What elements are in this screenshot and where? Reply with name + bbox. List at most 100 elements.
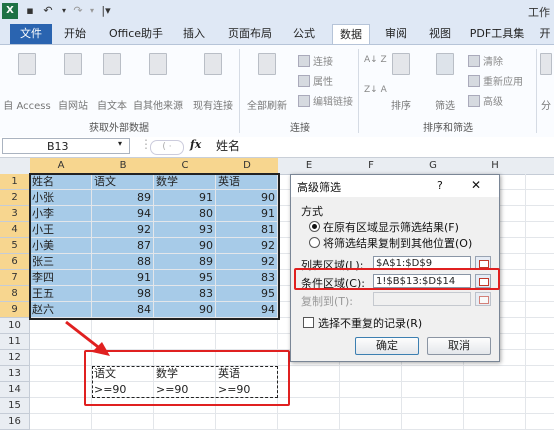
connections-label: 连接 [313,57,333,68]
column-gridline [525,174,526,430]
from-web-label: 自网站 [58,101,88,112]
sort-ascending-button[interactable]: A↓ Z [364,55,387,65]
from-other-sources-button[interactable]: 自其他来源 [130,53,186,112]
filter-funnel-icon [436,53,454,75]
help-icon[interactable]: ? [437,179,443,192]
filter-label: 筛选 [435,101,455,112]
row-header-15[interactable]: 15 [0,398,30,414]
clear-button[interactable]: 清除 [468,53,503,68]
row-header-3[interactable]: 3 [0,206,30,222]
tab-review[interactable]: 审阅 [380,24,412,44]
option-filter-in-place[interactable]: 在原有区域显示筛选结果(F) [309,219,459,235]
text-file-icon [103,53,121,75]
save-icon[interactable]: ▪ [22,3,38,19]
insert-function-icon[interactable]: fx [190,138,201,151]
undo-icon[interactable]: ↶ [40,3,56,19]
filter-button[interactable]: 筛选 [430,53,460,112]
row-header-1[interactable]: 1 [0,174,30,190]
row-header-5[interactable]: 5 [0,238,30,254]
properties-label: 属性 [313,77,333,88]
ok-button[interactable]: 确定 [355,337,419,355]
name-box-dropdown-icon[interactable]: ▾ [118,139,122,148]
existing-connections-button[interactable]: 现有连接 [190,53,236,112]
row-header-11[interactable]: 11 [0,334,30,350]
row-header-12[interactable]: 12 [0,350,30,366]
sort-label: 排序 [391,101,411,112]
properties-button[interactable]: 属性 [298,73,333,88]
close-icon[interactable]: ✕ [471,178,481,192]
connections-button[interactable]: 连接 [298,53,333,68]
tab-view[interactable]: 视图 [424,24,456,44]
criteria-field-highlight-box [294,268,500,290]
copy-to-picker-icon[interactable] [475,292,491,306]
copy-to-input[interactable] [373,292,471,306]
radio-selected-icon [309,221,320,232]
from-web-button[interactable]: 自网站 [54,53,92,112]
unique-records-checkbox[interactable]: 选择不重复的记录(R) [303,315,422,331]
properties-icon [298,75,310,87]
tab-data[interactable]: 数据 [332,24,370,45]
from-text-label: 自文本 [97,101,127,112]
tab-developer[interactable]: 开 [536,24,554,44]
from-access-button[interactable]: 自 Access [2,53,52,112]
group-label-sort-filter: 排序和筛选 [423,123,473,134]
tab-insert[interactable]: 插入 [178,24,210,44]
cancel-button[interactable]: 取消 [427,337,491,355]
copy-to-label: 复制到(T): [301,295,354,308]
reapply-label: 重新应用 [483,77,523,88]
customize-toolbar-icon[interactable]: |▾ [98,3,114,19]
pointer-arrow-icon [65,320,110,356]
column-header-partial[interactable] [526,158,554,175]
from-text-button[interactable]: 自文本 [94,53,130,112]
row-header-8[interactable]: 8 [0,286,30,302]
ribbon: 自 Access 自网站 自文本 自其他来源 现有连接 获取外部数据 全部刷新 … [0,44,554,138]
formula-input[interactable]: 姓名 [216,137,240,157]
split-button[interactable]: 分 [538,53,554,112]
option-copy-to-location[interactable]: 将筛选结果复制到其他位置(O) [309,235,472,251]
tab-pdf-tools[interactable]: PDF工具集 [466,24,528,44]
edit-links-button[interactable]: 编辑链接 [298,93,353,108]
option-filter-in-place-label: 在原有区域显示筛选结果(F) [323,221,459,234]
advanced-button[interactable]: 高级 [468,93,503,108]
sort-button[interactable]: 排序 [386,53,416,112]
sort-descending-button[interactable]: Z↓ A [364,85,387,95]
tab-home[interactable]: 开始 [58,24,92,44]
column-header-g[interactable]: G [402,158,465,175]
dialog-title: 高级筛选 [297,181,341,194]
row-header-13[interactable]: 13 [0,366,30,382]
split-label: 分 [541,101,551,112]
dialog-title-bar: 高级筛选 ? ✕ [291,175,499,197]
row-header-10[interactable]: 10 [0,318,30,334]
reapply-icon [468,75,480,87]
name-box[interactable]: B13 [2,138,130,154]
radio-icon [309,237,320,248]
column-header-h[interactable]: H [464,158,527,175]
connections-icon [298,55,310,67]
tab-office-helper[interactable]: Office助手 [104,24,168,44]
tab-page-layout[interactable]: 页面布局 [222,24,278,44]
row-header-4[interactable]: 4 [0,222,30,238]
formula-bar: B13 ▾ ⋮ ( · fx 姓名 [0,137,554,158]
select-all-corner[interactable] [0,158,31,175]
row-header-9[interactable]: 9 [0,302,30,318]
formula-cancel-enter-icon[interactable]: ( · [150,140,184,155]
row-header-7[interactable]: 7 [0,270,30,286]
tab-formulas[interactable]: 公式 [288,24,320,44]
unique-records-label: 选择不重复的记录(R) [318,317,423,330]
from-other-sources-label: 自其他来源 [133,101,183,112]
database-icon [18,53,36,75]
column-header-f[interactable]: F [340,158,403,175]
reapply-button[interactable]: 重新应用 [468,73,523,88]
row-header-16[interactable]: 16 [0,414,30,430]
text-to-columns-icon [540,53,552,75]
refresh-all-button[interactable]: 全部刷新 [244,53,290,112]
row-header-2[interactable]: 2 [0,190,30,206]
existing-connections-icon [204,53,222,75]
group-label-connections: 连接 [290,123,310,134]
row-header-14[interactable]: 14 [0,382,30,398]
edit-links-icon [298,95,310,107]
column-header-e[interactable]: E [278,158,341,175]
tab-file[interactable]: 文件 [10,24,52,44]
ribbon-tabs: 文件 开始 Office助手 插入 页面布局 公式 数据 审阅 视图 PDF工具… [0,24,554,45]
row-header-6[interactable]: 6 [0,254,30,270]
